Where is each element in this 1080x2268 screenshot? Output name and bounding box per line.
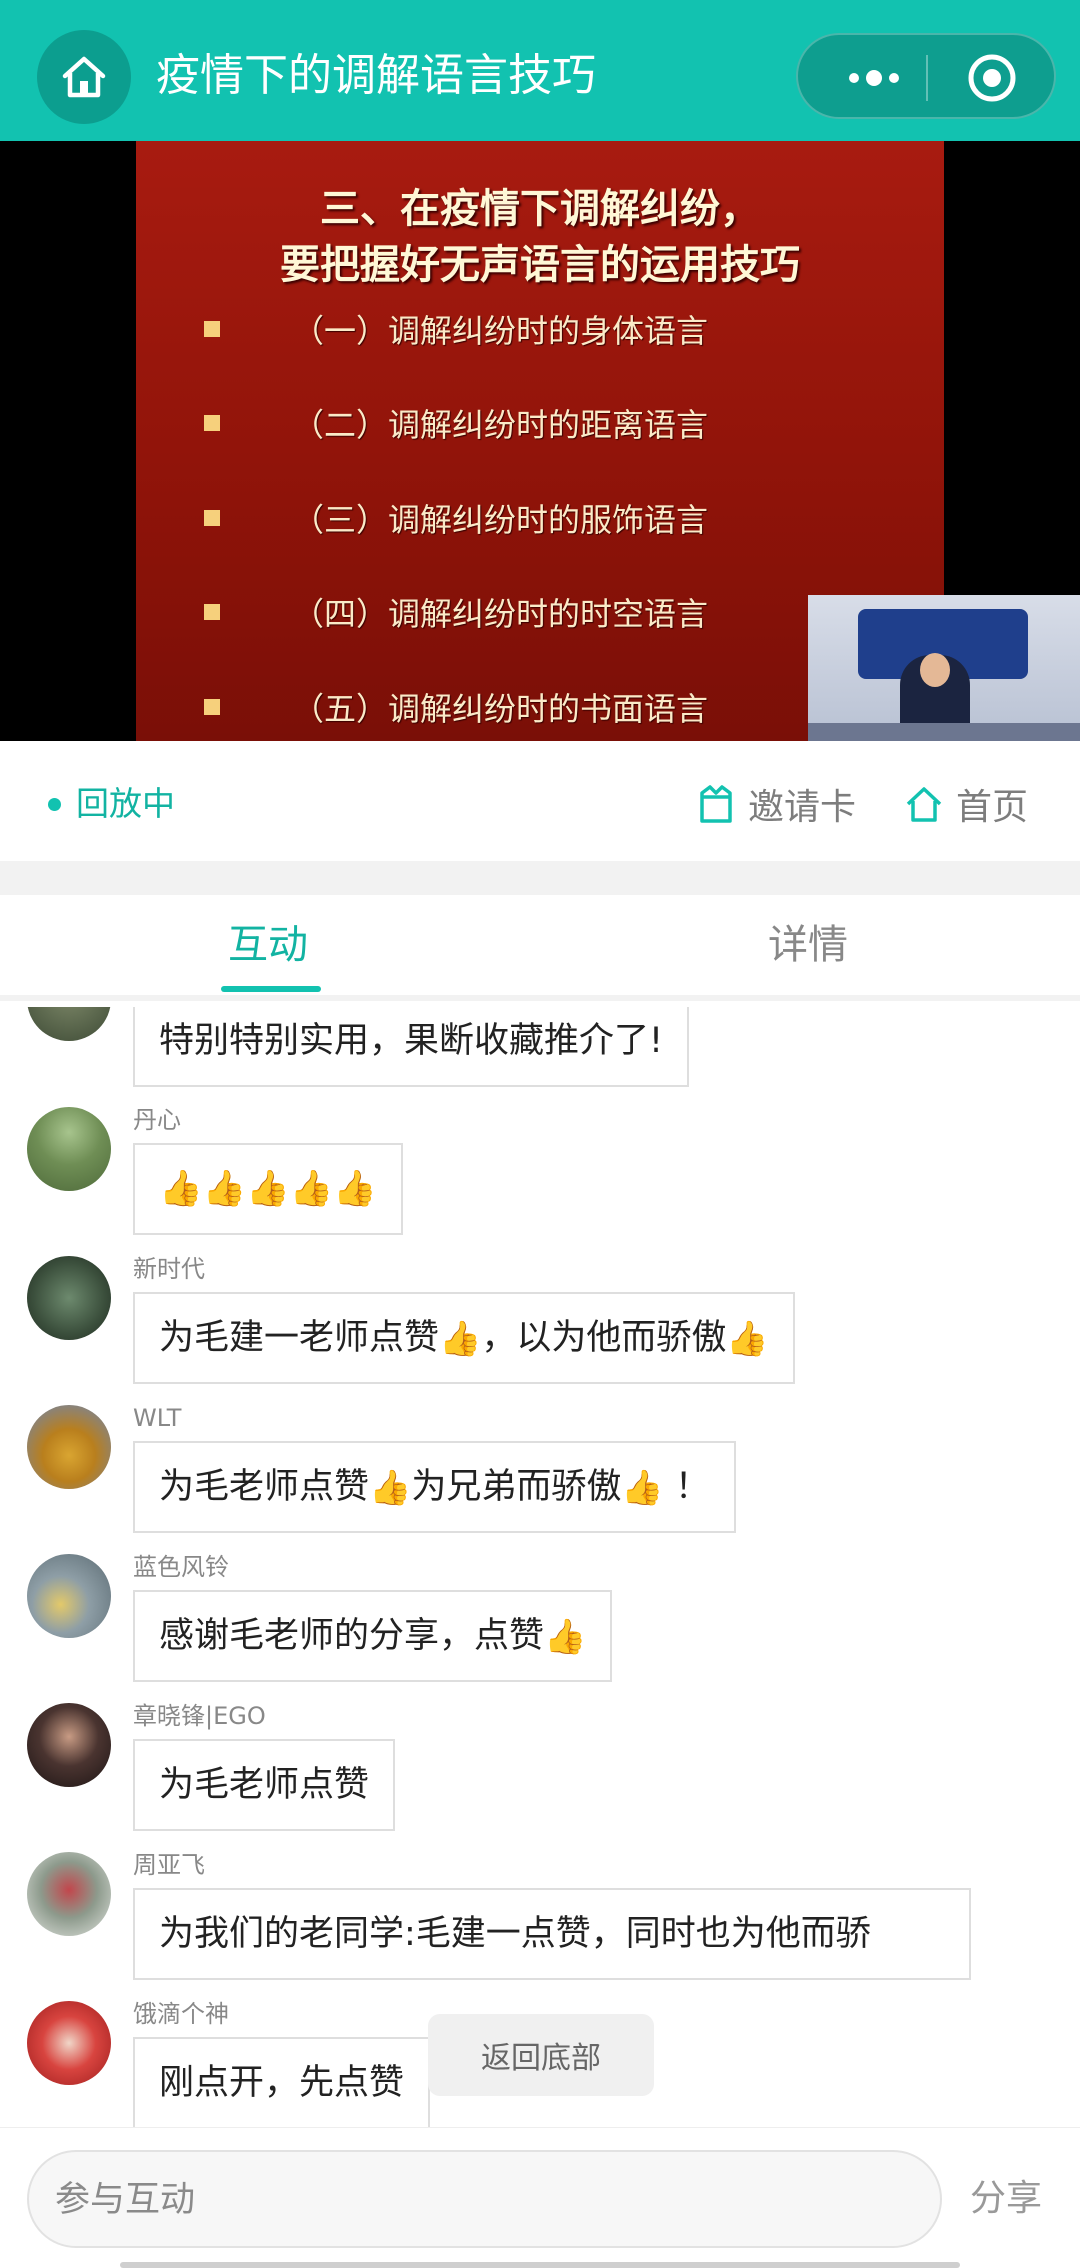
thumbs-up-icon: 👍	[369, 1468, 412, 1508]
user-nickname: 蓝色风铃	[133, 1553, 229, 1581]
message-text: ！	[663, 1467, 710, 1507]
active-tab-indicator	[221, 986, 321, 992]
slide-item: （五）调解纠纷时的书面语言	[204, 682, 708, 732]
tab-interact[interactable]: 互动	[228, 919, 308, 971]
slide-item: （四）调解纠纷时的时空语言	[204, 587, 708, 637]
top-bar: 疫情下的调解语言技巧	[0, 0, 1080, 141]
slide-item: （一）调解纠纷时的身体语言	[204, 304, 708, 354]
slide-item-text: （二）调解纠纷时的距离语言	[292, 406, 709, 444]
thumbs-up-icon: 👍	[439, 1319, 482, 1359]
user-nickname: WLT	[133, 1404, 182, 1432]
more-dots-icon	[849, 70, 899, 86]
message-bubble: 为我们的老同学:毛建一点赞，同时也为他而骄	[133, 1888, 971, 1980]
homepage-label: 首页	[956, 787, 1029, 828]
user-nickname: 周亚飞	[133, 1851, 205, 1879]
user-avatar	[27, 1256, 111, 1340]
slide-item-text: （四）调解纠纷时的时空语言	[292, 595, 709, 633]
message-bubble: 感谢毛老师的分享，点赞👍	[133, 1590, 613, 1682]
slide-item: （三）调解纠纷时的服饰语言	[204, 493, 708, 543]
homepage-button[interactable]: 首页	[904, 778, 1028, 830]
user-avatar	[27, 1405, 111, 1489]
replay-status: 回放中	[76, 784, 175, 823]
user-nickname: 章晓锋|EGO	[133, 1702, 266, 1730]
bullet-icon	[204, 321, 220, 337]
section-separator	[0, 861, 1080, 895]
message-text: ，以为他而骄傲	[481, 1318, 727, 1358]
bullet-icon	[204, 699, 220, 715]
slide-item-text: （五）调解纠纷时的书面语言	[292, 690, 709, 728]
slide-item: （二）调解纠纷时的距离语言	[204, 398, 708, 448]
message-bubble: 为毛建一老师点赞👍，以为他而骄傲👍	[133, 1292, 795, 1384]
close-button[interactable]	[928, 35, 1056, 121]
thumbs-up-icon: 👍	[621, 1468, 664, 1508]
user-avatar	[27, 1554, 111, 1638]
message-bubble: 为毛老师点赞	[133, 1739, 396, 1831]
slide-title-line2: 要把握好无声语言的运用技巧	[280, 241, 800, 288]
user-avatar	[27, 1703, 111, 1787]
more-button[interactable]	[822, 35, 926, 121]
invite-card-label: 邀请卡	[748, 787, 857, 828]
message-text: 感谢毛老师的分享，点赞	[159, 1616, 545, 1656]
thumbs-up-icon: 👍	[726, 1319, 769, 1359]
home-indicator	[120, 2262, 960, 2268]
tab-detail[interactable]: 详情	[768, 919, 848, 971]
user-avatar	[27, 1107, 111, 1191]
speaker-camera-thumbnail	[808, 595, 1080, 741]
comment-input-placeholder: 参与互动	[55, 2180, 196, 2220]
page-title: 疫情下的调解语言技巧	[156, 50, 596, 101]
thumbs-up-icon: 👍	[544, 1617, 587, 1657]
bottom-input-bar: 参与互动 分享	[0, 2127, 1080, 2268]
user-avatar	[27, 2001, 111, 2085]
user-avatar	[27, 1852, 111, 1936]
message-text: 为毛老师点赞	[159, 1467, 370, 1507]
studio-desk	[808, 723, 1080, 741]
bullet-icon	[204, 415, 220, 431]
tab-bar: 互动 详情	[0, 895, 1080, 1001]
comment-input[interactable]: 参与互动	[27, 2150, 942, 2248]
mini-program-capsule	[796, 33, 1056, 119]
home-button[interactable]	[37, 30, 131, 124]
message-text: 为毛建一老师点赞	[159, 1318, 440, 1358]
replay-dot-icon	[48, 798, 61, 811]
user-nickname: 饿滴个神	[133, 2000, 229, 2028]
message-bubble: 👍👍👍👍👍	[133, 1143, 403, 1235]
video-player[interactable]: 三、在疫情下调解纠纷， 要把握好无声语言的运用技巧 （一）调解纠纷时的身体语言 …	[0, 141, 1080, 741]
user-nickname: 新时代	[133, 1255, 205, 1283]
message-text: 为兄弟而骄傲	[411, 1467, 622, 1507]
bullet-icon	[204, 510, 220, 526]
share-button[interactable]: 分享	[970, 2177, 1042, 2221]
slide-item-text: （三）调解纠纷时的服饰语言	[292, 501, 709, 539]
bullet-icon	[204, 604, 220, 620]
home-outline-icon	[906, 787, 942, 822]
message-bubble: 特别特别实用，果断收藏推介了!	[133, 1007, 690, 1087]
slide-title-line1: 三、在疫情下调解纠纷，	[320, 185, 760, 232]
invite-card-icon	[700, 785, 732, 823]
slide-item-text: （一）调解纠纷时的身体语言	[292, 312, 709, 350]
message-bubble: 为毛老师点赞👍为兄弟而骄傲👍 ！	[133, 1441, 736, 1533]
user-nickname: 丹心	[133, 1106, 181, 1134]
back-to-bottom-button[interactable]: 返回底部	[428, 2014, 654, 2096]
close-target-icon	[968, 54, 1016, 102]
message-bubble: 刚点开，先点赞	[133, 2037, 431, 2127]
chat-list[interactable]: 特别特别实用，果断收藏推介了! 丹心 👍👍👍👍👍 新时代 为毛建一老师点赞👍，以…	[0, 1007, 1080, 2127]
user-avatar	[27, 1007, 111, 1041]
speaker-face	[920, 653, 950, 687]
slide-title: 三、在疫情下调解纠纷， 要把握好无声语言的运用技巧	[136, 181, 944, 293]
invite-card-button[interactable]: 邀请卡	[696, 778, 856, 830]
home-icon	[62, 56, 106, 98]
